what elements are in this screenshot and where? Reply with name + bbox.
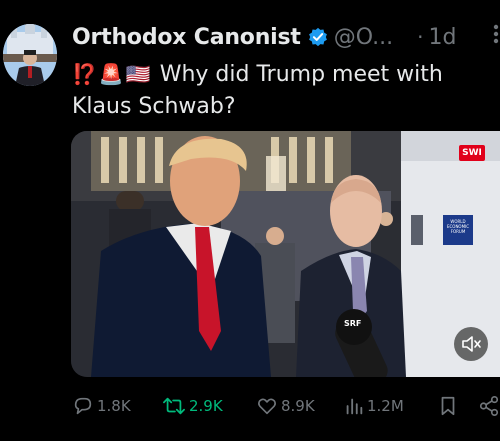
verified-badge-icon[interactable] [308, 27, 328, 47]
emoji-exclamation-question: ⁉️ [72, 62, 97, 86]
share-button[interactable] [478, 392, 500, 420]
mute-button[interactable] [454, 327, 488, 361]
share-icon [479, 396, 499, 416]
analytics-icon [346, 398, 363, 415]
repost-button[interactable]: 2.9K [162, 392, 223, 420]
separator-dot: · [417, 25, 424, 49]
tweet-header: Orthodox Canonist @O... · 1d [72, 20, 500, 54]
wef-sign-text: WORLD ECONOMIC FORUM [446, 219, 470, 234]
heart-icon [258, 398, 276, 415]
avatar[interactable] [3, 24, 57, 86]
tweet-action-bar: 1.8K 2.9K 8.9K 1.2M [72, 392, 500, 420]
views-button[interactable]: 1.2M [344, 392, 404, 420]
like-count: 8.9K [281, 397, 315, 415]
repost-count: 2.9K [189, 397, 223, 415]
author-handle[interactable]: @O... [334, 25, 393, 50]
swi-logo: SWI [459, 145, 485, 161]
mic-label: SRF [344, 319, 362, 328]
video-frame [71, 131, 500, 377]
emoji-rotating-light: 🚨 [98, 62, 124, 86]
muted-speaker-icon [462, 336, 481, 352]
author-display-name[interactable]: Orthodox Canonist [72, 25, 301, 50]
tweet-text: ⁉️ 🚨 🇺🇸 Why did Trump meet with Klaus Schw… [72, 58, 498, 123]
like-button[interactable]: 8.9K [256, 392, 315, 420]
reply-count: 1.8K [97, 397, 131, 415]
bookmark-button[interactable] [438, 392, 461, 420]
avatar-image [3, 24, 57, 86]
repost-icon [163, 397, 185, 415]
tweet-timestamp[interactable]: 1d [429, 25, 457, 50]
reply-button[interactable]: 1.8K [72, 392, 131, 420]
reply-icon [74, 397, 92, 415]
tweet-video[interactable]: SWI SRF WORLD ECONOMIC FORUM [71, 131, 500, 377]
view-count: 1.2M [367, 397, 404, 415]
bookmark-icon [441, 396, 455, 416]
more-options-icon[interactable] [492, 24, 500, 44]
emoji-us-flag: 🇺🇸 [125, 62, 151, 86]
